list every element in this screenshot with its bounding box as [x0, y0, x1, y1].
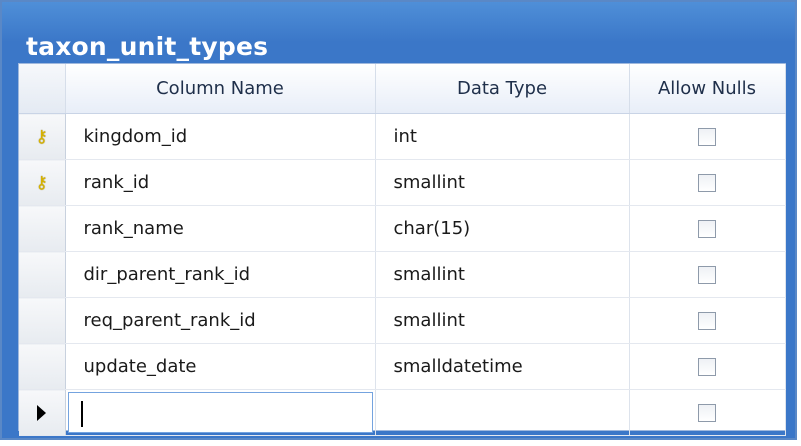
- data-type-cell[interactable]: smallint: [375, 297, 630, 344]
- row-selector[interactable]: [19, 343, 66, 390]
- text-caret: [80, 401, 83, 427]
- allow-nulls-checkbox[interactable]: [698, 266, 716, 284]
- allow-nulls-checkbox[interactable]: [698, 220, 716, 238]
- table-row[interactable]: update_date smalldatetime: [19, 343, 786, 390]
- allow-nulls-checkbox[interactable]: [698, 128, 716, 146]
- new-row[interactable]: [19, 389, 786, 436]
- row-selector[interactable]: ⚷: [19, 113, 66, 160]
- row-selector[interactable]: [19, 297, 66, 344]
- allow-nulls-cell: [629, 343, 786, 390]
- allow-nulls-checkbox[interactable]: [698, 358, 716, 376]
- column-name-input[interactable]: [67, 392, 373, 433]
- allow-nulls-cell: [629, 297, 786, 344]
- column-name-cell[interactable]: update_date: [65, 343, 376, 390]
- data-type-cell[interactable]: smallint: [375, 251, 630, 298]
- column-name-cell[interactable]: req_parent_rank_id: [65, 297, 376, 344]
- allow-nulls-checkbox[interactable]: [698, 174, 716, 192]
- data-type-cell[interactable]: char(15): [375, 205, 630, 252]
- row-selector-header: [19, 64, 66, 114]
- column-name-cell[interactable]: rank_id: [65, 159, 376, 206]
- allow-nulls-checkbox[interactable]: [698, 404, 716, 422]
- columns-grid: Column Name Data Type Allow Nulls ⚷ king…: [18, 63, 786, 436]
- allow-nulls-cell: [629, 205, 786, 252]
- allow-nulls-header[interactable]: Allow Nulls: [629, 64, 786, 114]
- table-row[interactable]: req_parent_rank_id smallint: [19, 297, 786, 344]
- column-name-cell[interactable]: dir_parent_rank_id: [65, 251, 376, 298]
- key-icon: ⚷: [35, 127, 48, 147]
- allow-nulls-checkbox[interactable]: [698, 312, 716, 330]
- header-row: Column Name Data Type Allow Nulls: [19, 64, 786, 114]
- data-type-cell[interactable]: int: [375, 113, 630, 160]
- column-name-cell[interactable]: rank_name: [65, 205, 376, 252]
- key-icon: ⚷: [35, 173, 48, 193]
- row-pointer-icon: [37, 405, 47, 421]
- allow-nulls-cell: [629, 251, 786, 298]
- data-type-cell[interactable]: [375, 389, 630, 436]
- data-type-header[interactable]: Data Type: [375, 64, 630, 114]
- data-type-cell[interactable]: smallint: [375, 159, 630, 206]
- row-selector[interactable]: [19, 205, 66, 252]
- allow-nulls-cell: [629, 389, 786, 436]
- column-name-header[interactable]: Column Name: [65, 64, 376, 114]
- column-name-cell[interactable]: kingdom_id: [65, 113, 376, 160]
- row-selector[interactable]: [19, 389, 66, 436]
- table-row[interactable]: rank_name char(15): [19, 205, 786, 252]
- data-type-cell[interactable]: smalldatetime: [375, 343, 630, 390]
- table-row[interactable]: ⚷ rank_id smallint: [19, 159, 786, 206]
- table-row[interactable]: dir_parent_rank_id smallint: [19, 251, 786, 298]
- row-selector[interactable]: [19, 251, 66, 298]
- table-designer-window: taxon_unit_types Column Name Data Type A…: [0, 0, 797, 440]
- column-name-edit-cell[interactable]: [65, 389, 376, 436]
- allow-nulls-cell: [629, 113, 786, 160]
- allow-nulls-cell: [629, 159, 786, 206]
- row-selector[interactable]: ⚷: [19, 159, 66, 206]
- table-row[interactable]: ⚷ kingdom_id int: [19, 113, 786, 160]
- table-title: taxon_unit_types: [26, 32, 269, 61]
